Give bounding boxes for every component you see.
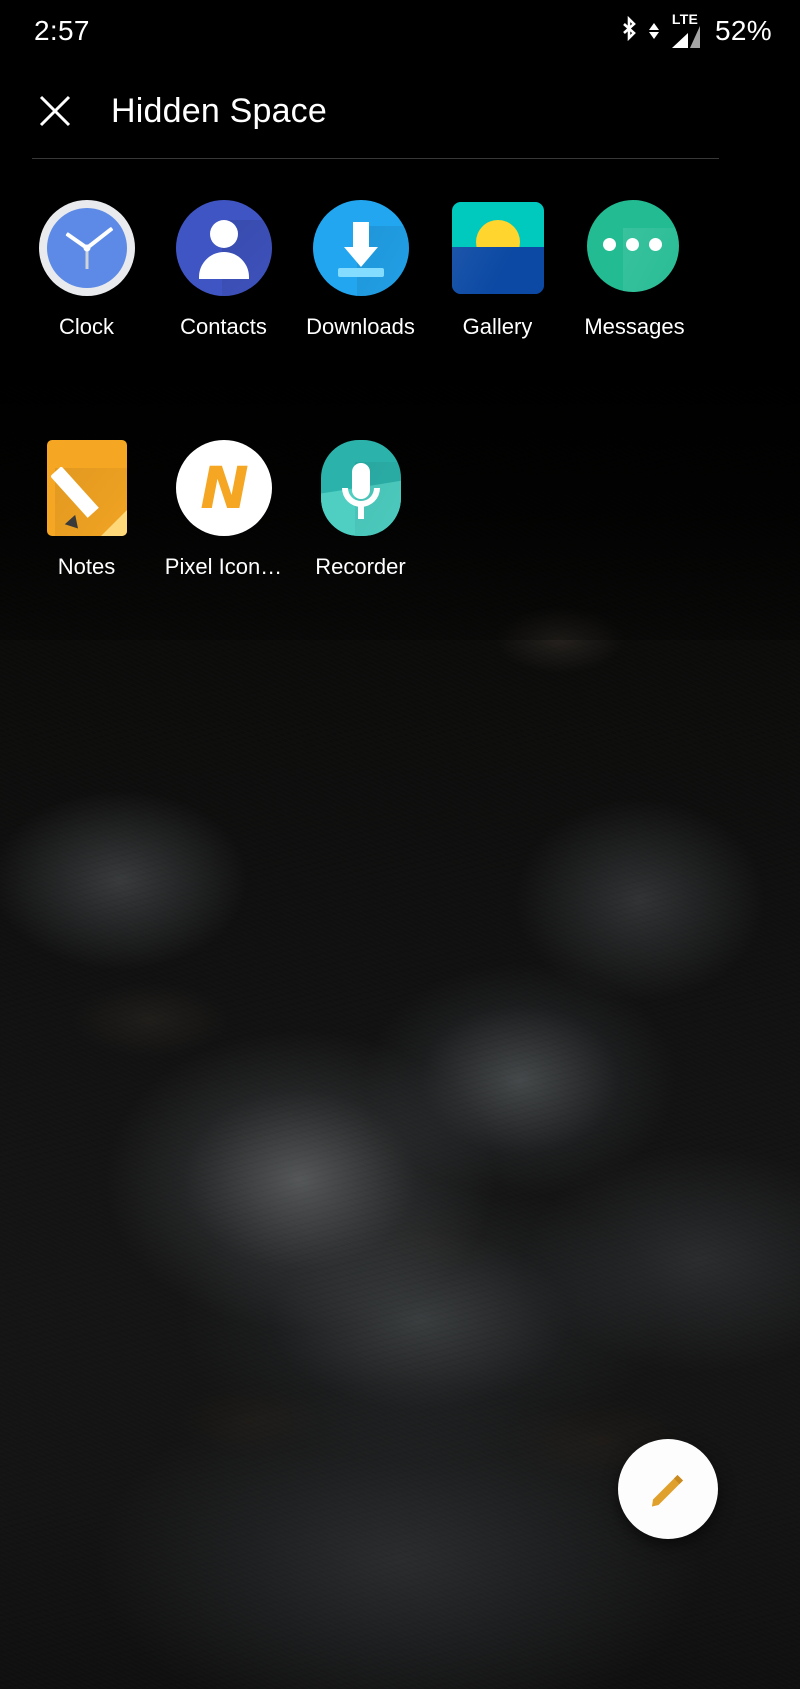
messages-icon	[586, 200, 683, 296]
app-label: Gallery	[462, 314, 533, 339]
app-item-downloads[interactable]: Downloads	[292, 186, 429, 340]
app-label: Clock	[58, 314, 114, 339]
app-label: Downloads	[306, 314, 415, 339]
app-item-notes[interactable]: Notes	[18, 426, 155, 580]
app-label: Recorder	[315, 554, 406, 579]
clock-icon	[38, 200, 135, 296]
drawer-header: Hidden Space	[0, 62, 800, 160]
app-label: Messages	[584, 314, 685, 339]
app-item-gallery[interactable]: Gallery	[429, 186, 566, 340]
app-label: Notes	[57, 554, 116, 579]
header-divider	[32, 158, 719, 159]
status-bar: 2:57 LTE 52%	[0, 0, 800, 62]
close-icon	[39, 95, 71, 127]
app-label: Pixel Icon…	[164, 554, 283, 579]
app-item-contacts[interactable]: Contacts	[155, 186, 292, 340]
close-button[interactable]	[22, 78, 88, 144]
gallery-icon	[450, 200, 546, 296]
notes-icon	[39, 440, 135, 536]
app-item-clock[interactable]: Clock	[18, 186, 155, 340]
app-item-messages[interactable]: Messages	[566, 186, 703, 340]
status-icons-group: LTE 52%	[618, 12, 772, 50]
pixel-icon-pack-icon: N	[175, 440, 272, 536]
app-item-recorder[interactable]: Recorder	[292, 426, 429, 580]
app-grid: Clock Contacts Downloads Gallery Message…	[0, 186, 800, 580]
bluetooth-icon	[618, 16, 640, 46]
recorder-icon	[313, 440, 409, 536]
phone-screen: 2:57 LTE 52% Hidden Space Clock Contacts…	[0, 0, 800, 1689]
downloads-icon	[312, 200, 409, 296]
edit-pencil-icon	[652, 1475, 683, 1507]
edit-fab-button[interactable]	[618, 1439, 718, 1539]
cellular-signal-icon: LTE	[668, 12, 702, 50]
app-label: Contacts	[180, 314, 267, 339]
battery-percentage: 52%	[715, 15, 772, 46]
page-title: Hidden Space	[111, 91, 327, 130]
data-transfer-arrows-icon	[649, 23, 660, 39]
contacts-icon	[175, 200, 272, 296]
app-item-pixel-icon-pack[interactable]: N Pixel Icon…	[155, 426, 292, 580]
status-time: 2:57	[34, 15, 90, 46]
